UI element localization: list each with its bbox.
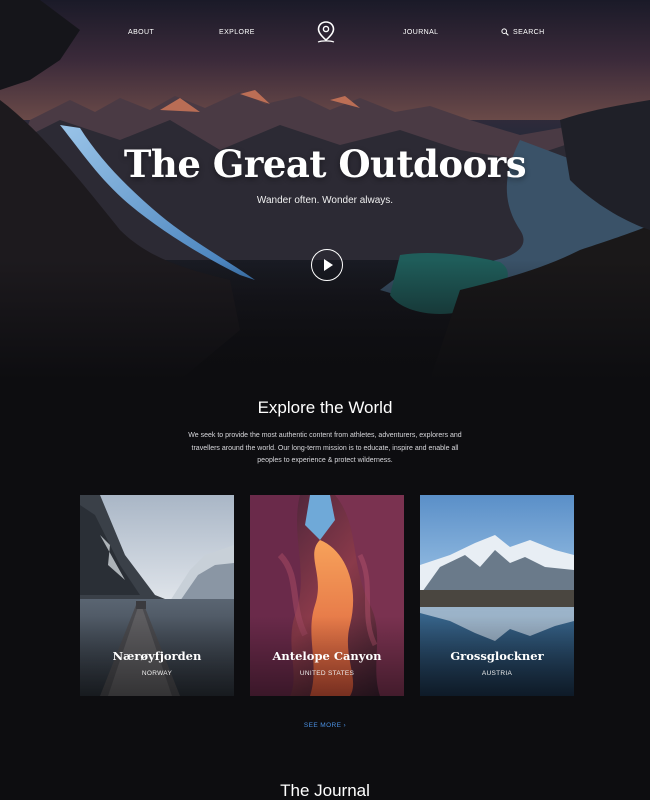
play-icon	[324, 259, 333, 271]
top-navigation: ABOUT EXPLORE JOURNAL SEARCH	[0, 21, 650, 43]
destination-card-naeroyfjorden[interactable]: Nærøyfjorden NORWAY	[80, 495, 234, 696]
nav-link-journal[interactable]: JOURNAL	[403, 29, 438, 36]
nav-search-label: SEARCH	[513, 28, 545, 36]
hero-title: The Great Outdoors	[123, 142, 527, 186]
card-title: Antelope Canyon	[272, 649, 382, 663]
card-country: UNITED STATES	[299, 670, 355, 677]
destination-card-antelope-canyon[interactable]: Antelope Canyon UNITED STATES	[250, 495, 404, 696]
map-pin-icon[interactable]	[315, 20, 337, 44]
see-more-link[interactable]: SEE MORE ›	[0, 722, 650, 729]
card-country: AUSTRIA	[481, 670, 513, 677]
play-video-button[interactable]	[311, 249, 343, 281]
nav-search-button[interactable]: SEARCH	[501, 28, 545, 36]
nav-link-explore[interactable]: EXPLORE	[219, 29, 255, 36]
explore-section-description: We seek to provide the most authentic co…	[188, 432, 462, 464]
card-title: Grossglockner	[450, 649, 544, 663]
search-icon	[501, 28, 509, 36]
destination-cards: Nærøyfjorden NORWAY Antelope Canyon UNIT…	[80, 495, 574, 696]
hero-landscape-image	[0, 0, 650, 380]
nav-link-about[interactable]: ABOUT	[128, 29, 154, 36]
card-title: Nærøyfjorden	[112, 649, 202, 663]
hero-banner: ABOUT EXPLORE JOURNAL SEARCH The Great O…	[0, 0, 650, 380]
card-country: NORWAY	[141, 670, 173, 677]
hero-subtitle: Wander often. Wonder always.	[256, 195, 394, 206]
destination-card-grossglockner[interactable]: Grossglockner AUSTRIA	[420, 495, 574, 696]
journal-section-title: The Journal	[280, 781, 370, 800]
explore-section-title: Explore the World	[257, 398, 393, 417]
